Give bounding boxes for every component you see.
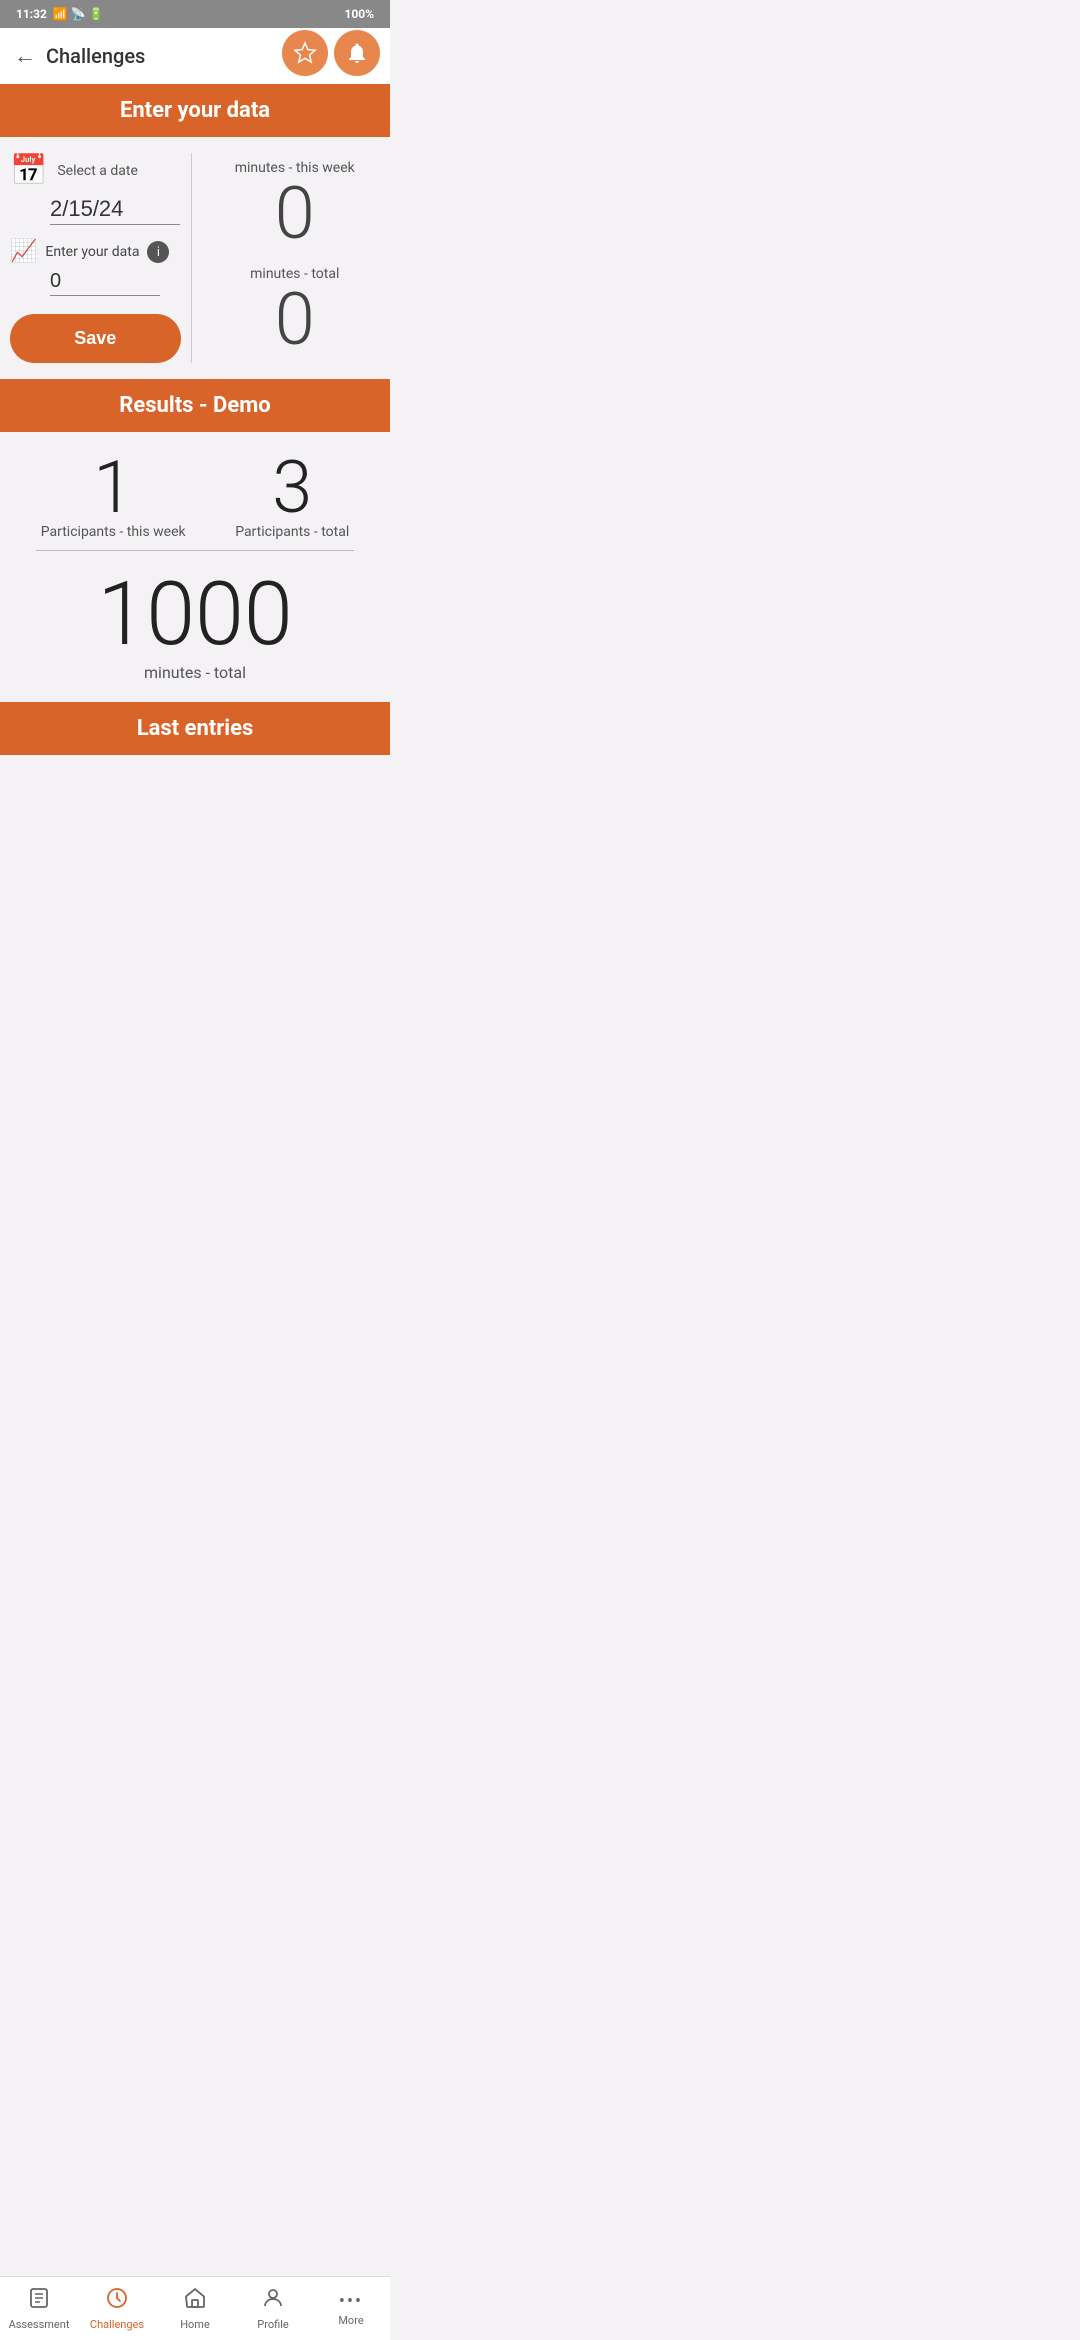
more-icon: •••: [339, 2291, 363, 2312]
enter-data-left: 📅 Select a date 📈 Enter your data i Save: [10, 153, 192, 363]
minutes-big-total: 1000: [16, 571, 374, 659]
assessment-icon: [27, 2286, 51, 2316]
participants-row: 1 Participants - this week 3 Participant…: [16, 452, 374, 540]
minutes-total-value: 0: [275, 284, 315, 356]
participants-total-label: Participants - total: [235, 524, 349, 540]
home-label: Home: [180, 2318, 210, 2331]
page-title: Challenges: [46, 44, 145, 68]
nav-item-home[interactable]: Home: [156, 2277, 234, 2340]
more-label: More: [338, 2314, 363, 2327]
data-value-input[interactable]: [50, 270, 160, 296]
home-icon: [183, 2286, 207, 2316]
nav-icons: [282, 30, 380, 76]
save-button[interactable]: Save: [10, 314, 181, 363]
participants-total-value: 3: [272, 452, 312, 524]
divider: [36, 550, 354, 551]
badge-icon-button[interactable]: [282, 30, 328, 76]
profile-label: Profile: [257, 2318, 288, 2331]
nav-item-challenges[interactable]: Challenges: [78, 2277, 156, 2340]
back-button[interactable]: ←: [14, 43, 36, 69]
date-input[interactable]: [50, 196, 180, 225]
status-icons: 📶 📡 🔋: [53, 7, 104, 21]
calendar-icon: 📅: [10, 153, 47, 188]
bell-icon: [345, 41, 369, 65]
enter-data-right: minutes - this week 0 minutes - total 0: [192, 153, 381, 363]
info-button[interactable]: i: [147, 241, 169, 263]
assessment-label: Assessment: [9, 2318, 70, 2331]
data-entry-row: 📈 Enter your data i: [10, 239, 181, 264]
nav-item-assessment[interactable]: Assessment: [0, 2277, 78, 2340]
participants-week-value: 1: [93, 452, 133, 524]
challenges-icon: [105, 2286, 129, 2316]
date-label: Select a date: [57, 163, 138, 179]
profile-icon: [261, 2286, 285, 2316]
notification-icon-button[interactable]: [334, 30, 380, 76]
challenges-label: Challenges: [90, 2318, 144, 2331]
status-time: 11:32: [16, 7, 47, 21]
minutes-week-value: 0: [275, 178, 315, 250]
nav-item-more[interactable]: ••• More: [312, 2277, 390, 2340]
top-nav: ← Challenges: [0, 28, 390, 84]
participants-week-col: 1 Participants - this week: [41, 452, 186, 540]
results-panel: 1 Participants - this week 3 Participant…: [0, 432, 390, 702]
date-row: 📅 Select a date: [10, 153, 181, 188]
chart-icon: 📈: [10, 239, 37, 264]
results-header: Results - Demo: [0, 379, 390, 432]
enter-data-panel: 📅 Select a date 📈 Enter your data i Save…: [0, 137, 390, 379]
nav-item-profile[interactable]: Profile: [234, 2277, 312, 2340]
status-bar: 11:32 📶 📡 🔋 100%: [0, 0, 390, 28]
participants-total-col: 3 Participants - total: [235, 452, 349, 540]
bottom-nav: Assessment Challenges Home Profile ••• M…: [0, 2276, 390, 2340]
enter-data-header: Enter your data: [0, 84, 390, 137]
battery-label: 100%: [344, 7, 374, 21]
last-entries-header: Last entries: [0, 702, 390, 755]
data-entry-label: Enter your data: [45, 244, 139, 260]
minutes-big-total-label: minutes - total: [16, 663, 374, 682]
participants-week-label: Participants - this week: [41, 524, 186, 540]
badge-icon: [293, 41, 317, 65]
